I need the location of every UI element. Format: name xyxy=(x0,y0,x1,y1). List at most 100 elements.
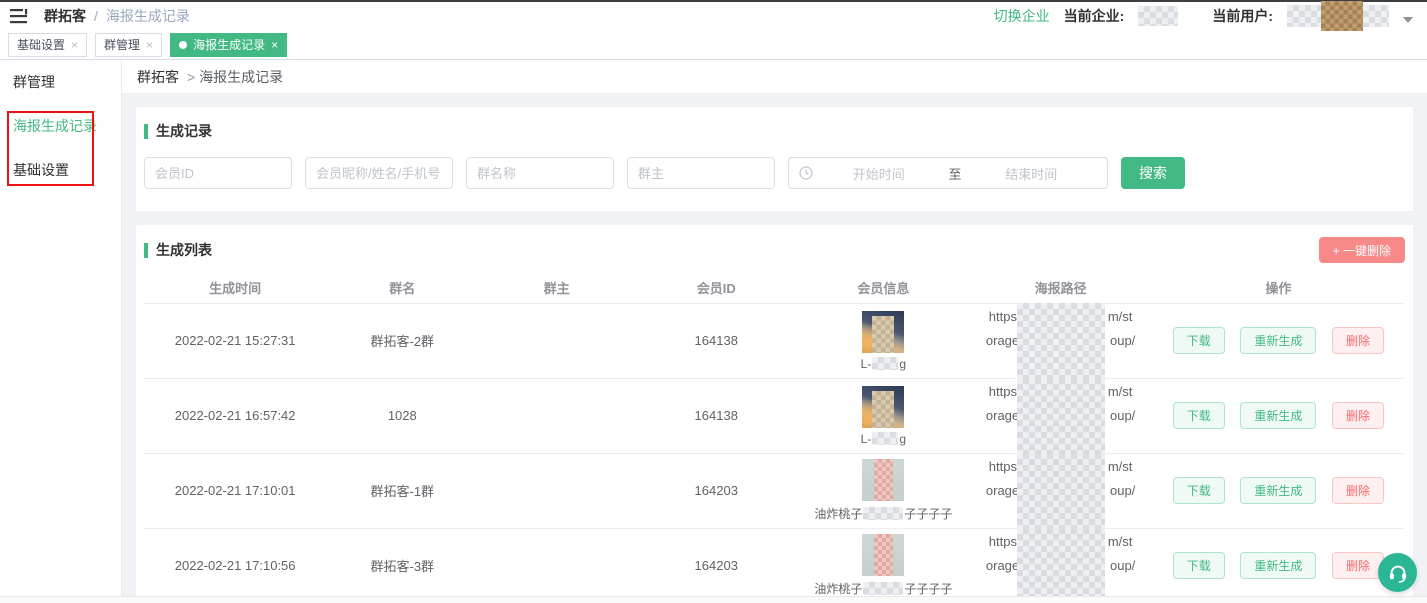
cell-poster-path: https://m/st orage/aoup/ 2 xyxy=(969,528,1151,603)
delete-button[interactable]: 删除 xyxy=(1332,327,1384,354)
user-menu[interactable] xyxy=(1287,1,1389,31)
cell-poster-path: https://m/st orage/aoup/ 2 xyxy=(969,378,1151,453)
delete-button[interactable]: 删除 xyxy=(1332,477,1384,504)
group-name-input[interactable] xyxy=(466,157,614,189)
cell-poster-path: https://m/st orage/aoup/ 2 xyxy=(969,303,1151,378)
page-breadcrumb: 群拓客 > 海报生成记录 xyxy=(122,60,1427,93)
table-row: 2022-02-21 17:10:56 群拓客-3群 164203 油炸桃子 子… xyxy=(144,528,1405,603)
cell-group-name: 1028 xyxy=(326,378,478,453)
cell-group-owner xyxy=(478,528,635,603)
download-button[interactable]: 下载 xyxy=(1173,552,1225,579)
download-button[interactable]: 下载 xyxy=(1173,402,1225,429)
user-dropdown-caret-icon[interactable] xyxy=(1403,17,1413,23)
download-button[interactable]: 下载 xyxy=(1173,327,1225,354)
redaction-mosaic xyxy=(874,534,893,576)
download-button[interactable]: 下载 xyxy=(1173,477,1225,504)
cell-member-id: 164138 xyxy=(635,378,797,453)
cell-created-time: 2022-02-21 15:27:31 xyxy=(144,303,326,378)
member-name: L- g xyxy=(797,357,969,371)
headset-icon xyxy=(1387,562,1409,584)
sidebar-item-basic-settings[interactable]: 基础设置 xyxy=(0,148,121,192)
cell-group-name: 群拓客-2群 xyxy=(326,303,478,378)
sidebar-item-group-management[interactable]: 群管理 xyxy=(0,60,121,104)
header-member-info: 会员信息 xyxy=(797,273,969,303)
cell-actions: 下载 重新生成 删除 xyxy=(1152,453,1405,528)
list-card-title: 生成列表 xyxy=(144,240,212,260)
date-range-picker[interactable]: 开始时间 至 结束时间 xyxy=(788,157,1108,189)
cell-group-owner xyxy=(478,378,635,453)
list-card: 生成列表 + 一键删除 生成时间 群名 群主 会员ID 会员信息 海报路径 xyxy=(136,225,1413,603)
tab-group-management[interactable]: 群管理 × xyxy=(95,33,162,57)
breadcrumb-separator: / xyxy=(94,8,98,24)
active-dot-icon xyxy=(179,41,187,49)
member-name: 油炸桃子 子子子子 xyxy=(797,580,969,597)
tab-label: 基础设置 xyxy=(17,36,65,53)
topbar-right: 切换企业 当前企业: 当前用户: xyxy=(994,1,1413,31)
redacted-user-name-tail xyxy=(1363,5,1389,27)
header-member-id: 会员ID xyxy=(635,273,797,303)
redacted-name-segment xyxy=(872,432,898,445)
regenerate-button[interactable]: 重新生成 xyxy=(1240,552,1316,579)
header-group-name: 群名 xyxy=(326,273,478,303)
breadcrumb-root[interactable]: 群拓客 xyxy=(44,6,86,26)
member-name-input[interactable] xyxy=(305,157,453,189)
regenerate-button[interactable]: 重新生成 xyxy=(1240,402,1316,429)
start-time-placeholder[interactable]: 开始时间 xyxy=(813,164,945,183)
search-card-title: 生成记录 xyxy=(144,121,1405,141)
main-content: 群拓客 > 海报生成记录 生成记录 开始时间 至 xyxy=(122,60,1427,603)
tab-poster-records[interactable]: 海报生成记录 × xyxy=(170,33,287,57)
regenerate-button[interactable]: 重新生成 xyxy=(1240,477,1316,504)
regenerate-button[interactable]: 重新生成 xyxy=(1240,327,1316,354)
table-row: 2022-02-21 16:57:42 1028 164138 L- g htt… xyxy=(144,378,1405,453)
cell-group-owner xyxy=(478,303,635,378)
group-owner-input[interactable] xyxy=(627,157,775,189)
tab-close-icon[interactable]: × xyxy=(146,39,153,51)
title-accent-bar xyxy=(144,243,148,258)
cell-group-name: 群拓客-3群 xyxy=(326,528,478,603)
member-avatar-image xyxy=(862,534,904,576)
date-range-separator: 至 xyxy=(945,164,966,183)
horizontal-scrollbar[interactable] xyxy=(0,596,1427,603)
cell-created-time: 2022-02-21 17:10:56 xyxy=(144,528,326,603)
page-breadcrumb-root: 群拓客 xyxy=(137,67,179,87)
member-avatar-image xyxy=(862,386,904,428)
table-row: 2022-02-21 15:27:31 群拓客-2群 164138 L- g h… xyxy=(144,303,1405,378)
search-button[interactable]: 搜索 xyxy=(1121,157,1185,189)
delete-button[interactable]: 删除 xyxy=(1332,402,1384,429)
cell-member-id: 164138 xyxy=(635,303,797,378)
header-actions: 操作 xyxy=(1152,273,1405,303)
redaction-mosaic xyxy=(874,459,893,501)
cell-poster-path: https://m/st orage/aoup/ 2 xyxy=(969,453,1151,528)
tags-view-bar: 基础设置 × 群管理 × 海报生成记录 × xyxy=(0,30,1427,60)
cell-created-time: 2022-02-21 16:57:42 xyxy=(144,378,326,453)
switch-company-link[interactable]: 切换企业 xyxy=(994,6,1050,26)
cell-member-info: 油炸桃子 子子子子 xyxy=(797,453,969,528)
redaction-mosaic-strip xyxy=(1017,303,1105,379)
member-id-input[interactable] xyxy=(144,157,292,189)
user-avatar xyxy=(1321,1,1363,31)
redaction-mosaic-strip xyxy=(1017,528,1105,603)
redacted-company-name xyxy=(1138,6,1178,26)
tab-close-icon[interactable]: × xyxy=(71,39,78,51)
tab-basic-settings[interactable]: 基础设置 × xyxy=(8,33,87,57)
records-table: 生成时间 群名 群主 会员ID 会员信息 海报路径 操作 2022-02-21 … xyxy=(144,273,1405,603)
menu-toggle-icon[interactable] xyxy=(10,8,30,24)
header-group-owner: 群主 xyxy=(478,273,635,303)
redaction-mosaic xyxy=(872,316,894,353)
cell-actions: 下载 重新生成 删除 xyxy=(1152,528,1405,603)
cell-group-name: 群拓客-1群 xyxy=(326,453,478,528)
cell-member-info: L- g xyxy=(797,378,969,453)
tab-close-icon[interactable]: × xyxy=(271,39,278,51)
bulk-delete-button[interactable]: + 一键删除 xyxy=(1319,237,1405,263)
customer-service-button[interactable] xyxy=(1378,553,1417,592)
end-time-placeholder[interactable]: 结束时间 xyxy=(966,164,1098,183)
breadcrumb: 群拓客 / 海报生成记录 xyxy=(44,6,190,26)
member-avatar-image xyxy=(862,311,904,353)
delete-button[interactable]: 删除 xyxy=(1332,552,1384,579)
header-created-time: 生成时间 xyxy=(144,273,326,303)
cell-actions: 下载 重新生成 删除 xyxy=(1152,303,1405,378)
sidebar-item-poster-records[interactable]: 海报生成记录 xyxy=(0,104,121,148)
list-card-title-text: 生成列表 xyxy=(156,240,212,260)
redacted-user-name xyxy=(1287,5,1321,27)
redaction-mosaic xyxy=(872,391,894,428)
